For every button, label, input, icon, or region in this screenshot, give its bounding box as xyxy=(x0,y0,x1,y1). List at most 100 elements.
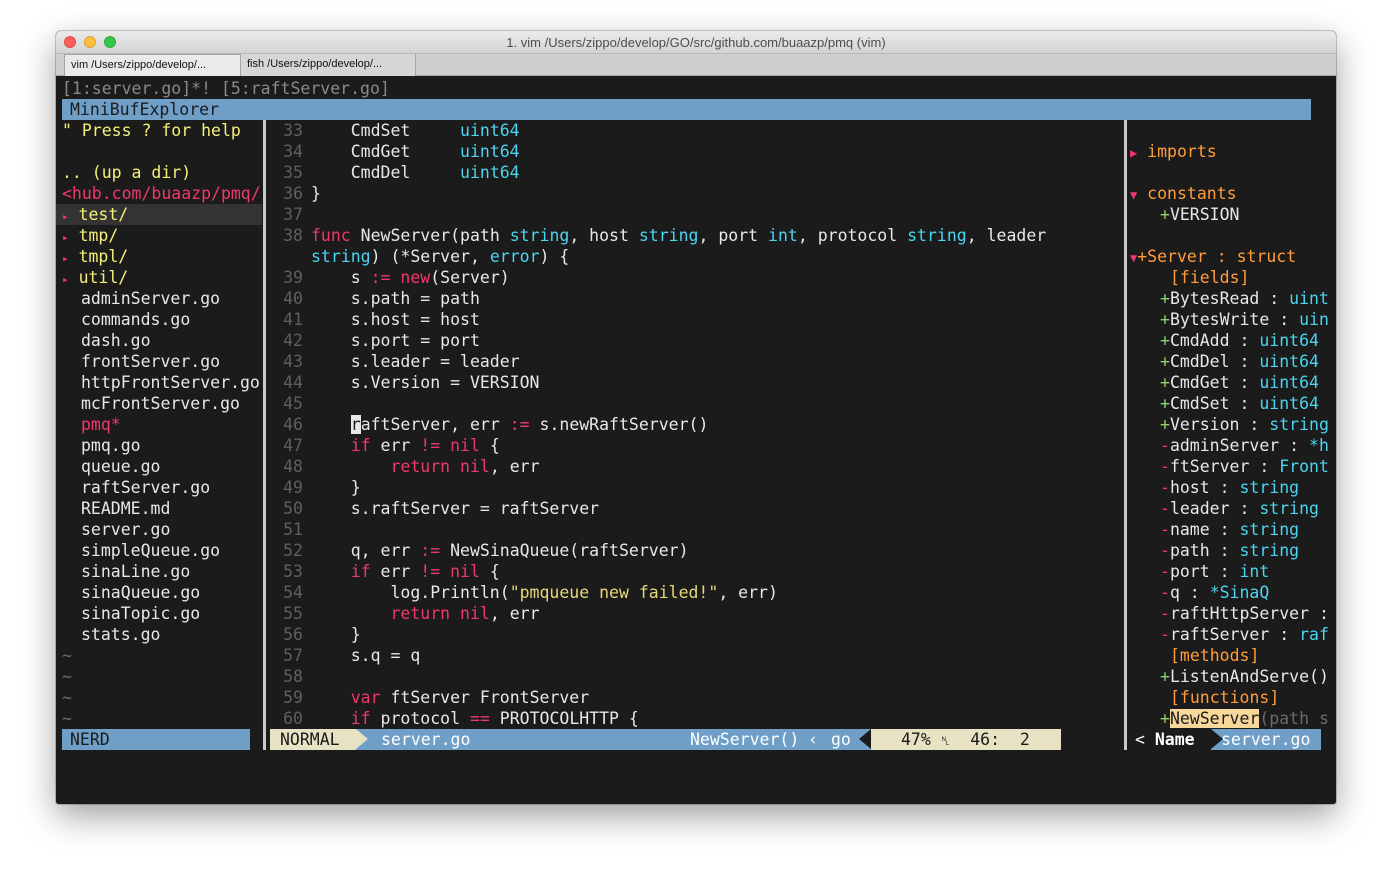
nerd-file[interactable]: frontServer.go xyxy=(81,351,220,372)
tag-function-newserver[interactable]: +NewServer(path s xyxy=(1160,708,1329,729)
buffer-list[interactable]: [1:server.go]*! [5:raftServer.go] xyxy=(62,78,390,99)
line-number: 35 xyxy=(283,163,303,182)
tag-field[interactable]: -host : string xyxy=(1160,477,1299,498)
tagbar-sort-label: < Name xyxy=(1131,729,1211,750)
nerd-file[interactable]: queue.go xyxy=(81,456,160,477)
tab-vim[interactable]: vim /Users/zippo/develop/... xyxy=(64,54,241,76)
tag-field[interactable]: +CmdGet : uint64 xyxy=(1160,372,1319,393)
tag-field[interactable]: +CmdSet : uint64 xyxy=(1160,393,1319,414)
line-number: 36 xyxy=(283,184,303,203)
vim-screen[interactable]: [1:server.go]*! [5:raftServer.go] MiniBu… xyxy=(56,76,1336,804)
tag-fields-header: [fields] xyxy=(1170,268,1250,287)
terminal-tab-bar: vim /Users/zippo/develop/... fish /Users… xyxy=(56,54,1336,76)
line-number: 46 xyxy=(283,415,303,434)
expanded-arrow-icon: ▼ xyxy=(1130,188,1138,202)
nerd-file[interactable]: sinaLine.go xyxy=(81,561,190,582)
tag-field[interactable]: -port : int xyxy=(1160,561,1269,582)
text-cursor: r xyxy=(350,415,361,434)
nerd-file[interactable]: sinaTopic.go xyxy=(81,603,200,624)
nerd-file[interactable]: simpleQueue.go xyxy=(81,540,220,561)
line-number: 34 xyxy=(283,142,303,161)
tag-field[interactable]: -adminServer : *h xyxy=(1160,435,1329,456)
command-line[interactable] xyxy=(56,750,1336,804)
nerd-dir-test[interactable]: test/ xyxy=(79,205,129,224)
tag-field[interactable]: +CmdDel : uint64 xyxy=(1160,351,1319,372)
tag-field[interactable]: -leader : string xyxy=(1160,498,1319,519)
tag-field[interactable]: -raftServer : raf xyxy=(1160,624,1329,645)
nerd-up-dir[interactable]: .. (up a dir) xyxy=(62,162,191,183)
nerd-separator[interactable] xyxy=(263,120,266,762)
line-number: 40 xyxy=(283,289,303,308)
tag-constants[interactable]: constants xyxy=(1147,184,1236,203)
position-indicator: 47% ␤ 46: 2 xyxy=(871,729,1061,750)
tagbar-status-file: server.go xyxy=(1221,730,1311,749)
line-number-icon: ␤ xyxy=(940,734,951,748)
line-number: 45 xyxy=(283,394,303,413)
nerd-file[interactable]: pmq.go xyxy=(81,435,141,456)
sort-arrow-icon: < xyxy=(1135,730,1145,749)
tagbar-separator[interactable] xyxy=(1124,120,1127,762)
tag-field[interactable]: -ftServer : Front xyxy=(1160,456,1329,477)
tag-field[interactable]: +CmdAdd : uint64 xyxy=(1160,330,1319,351)
window-titlebar: 1. vim /Users/zippo/develop/GO/src/githu… xyxy=(56,31,1336,54)
zoom-window-button[interactable] xyxy=(104,36,116,48)
empty-line-tilde: ~ xyxy=(62,646,72,665)
empty-line-tilde: ~ xyxy=(62,688,72,707)
nerd-file[interactable]: adminServer.go xyxy=(81,288,220,309)
line-number: 39 xyxy=(283,268,303,287)
tag-function-name: NewServer xyxy=(1169,709,1260,728)
tab-fish[interactable]: fish /Users/zippo/develop/... xyxy=(241,54,416,76)
tag-imports[interactable]: imports xyxy=(1147,142,1217,161)
dir-arrow-icon: ▸ xyxy=(62,273,69,286)
tag-field[interactable]: -name : string xyxy=(1160,519,1299,540)
line-number: 56 xyxy=(283,625,303,644)
line-number: 41 xyxy=(283,310,303,329)
line-number: 51 xyxy=(283,520,303,539)
nerd-current-path: <hub.com/buaazp/pmq/ xyxy=(62,184,261,203)
line-number: 38 xyxy=(283,226,303,245)
nerd-file[interactable]: README.md xyxy=(81,498,170,519)
terminal-window: 1. vim /Users/zippo/develop/GO/src/githu… xyxy=(56,31,1336,804)
empty-line-tilde: ~ xyxy=(62,709,72,728)
nerd-file[interactable]: mcFrontServer.go xyxy=(81,393,240,414)
nerd-file[interactable]: dash.go xyxy=(81,330,151,351)
tag-field[interactable]: +Version : string xyxy=(1160,414,1329,435)
line-number: 55 xyxy=(283,604,303,623)
line-number xyxy=(269,246,303,267)
nerd-file[interactable]: raftServer.go xyxy=(81,477,210,498)
minimize-window-button[interactable] xyxy=(84,36,96,48)
tag-function-args: (path s xyxy=(1259,709,1329,728)
line-number: 54 xyxy=(283,583,303,602)
nerd-help: " Press ? for help xyxy=(62,121,241,140)
powerline-thin-left-icon: ‹ xyxy=(808,730,818,749)
line-number: 44 xyxy=(283,373,303,392)
line-number: 59 xyxy=(283,688,303,707)
tag-field[interactable]: -q : *SinaQ xyxy=(1160,582,1269,603)
nerd-file-executable[interactable]: pmq* xyxy=(81,414,121,435)
line-number: 48 xyxy=(283,457,303,476)
nerd-dir-tmp[interactable]: tmp/ xyxy=(79,226,119,245)
tag-server-struct[interactable]: +Server : struct xyxy=(1137,247,1296,266)
powerline-arrow-icon xyxy=(859,729,871,749)
tag-const-version[interactable]: +VERSION xyxy=(1160,204,1239,225)
nerd-file[interactable]: sinaQueue.go xyxy=(81,582,200,603)
nerd-file[interactable]: server.go xyxy=(81,519,170,540)
tag-field[interactable]: +BytesRead : uint xyxy=(1160,288,1329,309)
nerd-file[interactable]: httpFrontServer.go xyxy=(81,372,260,393)
empty-line-tilde: ~ xyxy=(62,667,72,686)
line-number: 33 xyxy=(283,121,303,140)
tag-field[interactable]: -path : string xyxy=(1160,540,1299,561)
dir-arrow-icon: ▸ xyxy=(62,231,69,244)
tag-field[interactable]: -raftHttpServer : xyxy=(1160,603,1336,624)
nerd-dir-tmpl[interactable]: tmpl/ xyxy=(79,247,129,266)
line-number: 53 xyxy=(283,562,303,581)
tag-method-listenandserve[interactable]: +ListenAndServe() xyxy=(1160,666,1329,687)
nerd-file[interactable]: stats.go xyxy=(81,624,160,645)
tag-field[interactable]: +BytesWrite : uin xyxy=(1160,309,1329,330)
close-window-button[interactable] xyxy=(64,36,76,48)
mode-indicator: NORMAL xyxy=(270,729,356,750)
line-number: 37 xyxy=(283,205,303,224)
status-line-col: 46: 2 xyxy=(970,730,1030,749)
nerd-dir-util[interactable]: util/ xyxy=(79,268,129,287)
nerd-file[interactable]: commands.go xyxy=(81,309,190,330)
